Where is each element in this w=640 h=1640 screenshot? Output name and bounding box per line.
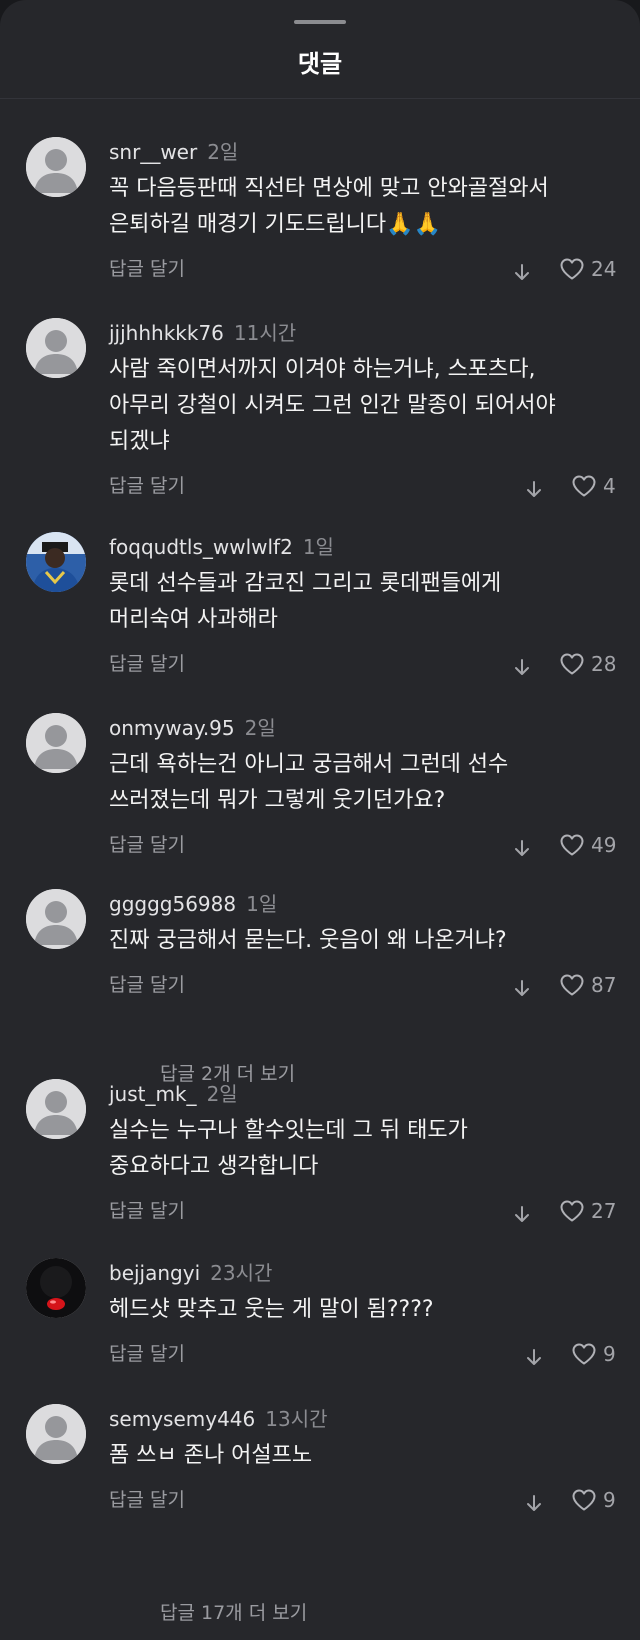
reply-button[interactable]: 답글 달기 [109,475,185,497]
comment-text: 폼 쓰ㅂ 존나 어설프노 [109,1438,609,1474]
comment-text-line: 되겠냐 [109,429,170,454]
like-button[interactable]: 49 [559,827,616,863]
download-arrow-icon[interactable] [512,835,532,856]
sheet-title: 댓글 [297,50,343,78]
comment-text: 롯데 선수들과 감코진 그리고 롯데팬들에게머리숙여 사과해라 [109,566,609,638]
comment-text-line: 꼭 다음등판때 직선타 면상에 맞고 안와골절와서 [109,176,549,201]
reply-button[interactable]: 답글 달기 [109,258,185,280]
reply-button[interactable]: 답글 달기 [109,653,185,675]
avatar[interactable] [26,889,86,949]
heart-icon [559,257,585,281]
comment-username[interactable]: foqqudtls_wwlwlf2 [109,535,293,559]
like-count: 28 [591,652,617,676]
like-button[interactable]: 9 [571,1482,616,1518]
like-count: 87 [591,973,617,997]
heart-icon [559,1199,585,1223]
header-divider [0,98,640,99]
reply-button[interactable]: 답글 달기 [109,1489,185,1511]
like-button[interactable]: 4 [571,468,616,504]
like-button[interactable]: 24 [559,251,616,287]
view-more-replies-button[interactable]: 답글 17개 더 보기 [160,1598,307,1625]
comment-text-line: 아무리 강철이 시켜도 그런 인간 말종이 되어서야 [109,393,556,418]
comment-text-line: 진짜 궁금해서 묻는다. 웃음이 왜 나온거냐? [109,928,507,953]
comment-text-line: 실수는 누구나 할수잇는데 그 뒤 태도가 [109,1118,468,1143]
comment-text-line: 폼 쓰ㅂ 존나 어설프노 [109,1443,313,1468]
comment-text-line: 헤드샷 맞추고 웃는 게 말이 됨???? [109,1297,434,1322]
download-arrow-icon[interactable] [524,1344,544,1365]
like-count: 9 [603,1342,616,1366]
avatar[interactable] [26,137,86,197]
avatar[interactable] [26,1079,86,1139]
comment-text: 진짜 궁금해서 묻는다. 웃음이 왜 나온거냐? [109,923,609,959]
heart-icon [559,833,585,857]
comment-text: 근데 욕하는건 아니고 궁금해서 그런데 선수쓰러졌는데 뭐가 그렇게 웃기던가… [109,747,609,819]
comment-text-line: 중요하다고 생각합니다 [109,1154,319,1179]
avatar[interactable] [26,1258,86,1318]
comment-text-line: 머리숙여 사과해라 [109,607,278,632]
comment-timestamp: 13시간 [265,1407,328,1431]
avatar[interactable] [26,1404,86,1464]
comment-text-line: 근데 욕하는건 아니고 궁금해서 그런데 선수 [109,752,509,777]
comment-timestamp: 2일 [244,716,276,740]
like-count: 4 [603,474,616,498]
reply-button[interactable]: 답글 달기 [109,974,185,996]
comment-username[interactable]: bejjangyi [109,1261,200,1285]
avatar[interactable] [26,532,86,592]
reply-button[interactable]: 답글 달기 [109,1200,185,1222]
comment-timestamp: 11시간 [233,321,297,345]
comment-text: 실수는 누구나 할수잇는데 그 뒤 태도가중요하다고 생각합니다 [109,1113,609,1185]
avatar[interactable] [26,318,86,378]
download-arrow-icon[interactable] [512,259,532,280]
comment-text-line: 쓰러졌는데 뭐가 그렇게 웃기던가요? [109,788,446,813]
comment-timestamp: 1일 [246,892,278,916]
drag-handle[interactable] [294,20,346,24]
comment-username[interactable]: jjjhhhkkk76 [109,321,224,345]
download-arrow-icon[interactable] [524,1490,544,1511]
comment-text-line: 롯데 선수들과 감코진 그리고 롯데팬들에게 [109,571,502,596]
comment-username[interactable]: onmyway.95 [109,716,235,740]
comment-timestamp: 2일 [206,1082,238,1106]
download-arrow-icon[interactable] [512,1201,532,1222]
heart-icon [559,973,585,997]
avatar[interactable] [26,713,86,773]
comment-username[interactable]: semysemy446 [109,1407,255,1431]
comment-username[interactable]: just_mk_ [109,1082,197,1106]
reply-button[interactable]: 답글 달기 [109,834,185,856]
reply-button[interactable]: 답글 달기 [109,1343,185,1365]
like-button[interactable]: 87 [559,967,616,1003]
download-arrow-icon[interactable] [512,975,532,996]
like-count: 24 [591,257,617,281]
like-count: 27 [591,1199,617,1223]
like-count: 49 [591,833,617,857]
comment-username[interactable]: ggggg56988 [109,892,236,916]
comment-username[interactable]: snr__wer [109,140,197,164]
heart-icon [559,652,585,676]
comment-text: 헤드샷 맞추고 웃는 게 말이 됨???? [109,1292,609,1328]
like-button[interactable]: 27 [559,1193,616,1229]
comment-timestamp: 23시간 [210,1261,273,1285]
heart-icon [571,474,597,498]
like-button[interactable]: 28 [559,646,616,682]
comment-text-line: 은퇴하길 매경기 기도드립니다🙏🙏 [109,212,441,237]
download-arrow-icon[interactable] [524,476,544,497]
heart-icon [571,1342,597,1366]
comments-sheet: 댓글 snr__wer 2일 꼭 다음등판때 직선타 면상에 맞고 안와골절와서 은퇴… [0,0,640,1640]
heart-icon [571,1488,597,1512]
like-button[interactable]: 9 [571,1336,616,1372]
comment-timestamp: 1일 [302,535,334,559]
download-arrow-icon[interactable] [512,654,532,675]
comment-text-line: 사람 죽이면서까지 이겨야 하는거냐, 스포츠다, [109,357,536,382]
comment-text: 사람 죽이면서까지 이겨야 하는거냐, 스포츠다, 아무리 강철이 시켜도 그런 … [109,352,609,460]
comment-text: 꼭 다음등판때 직선타 면상에 맞고 안와골절와서은퇴하길 매경기 기도드립니다… [109,171,609,243]
comment-timestamp: 2일 [207,140,239,164]
like-count: 9 [603,1488,616,1512]
